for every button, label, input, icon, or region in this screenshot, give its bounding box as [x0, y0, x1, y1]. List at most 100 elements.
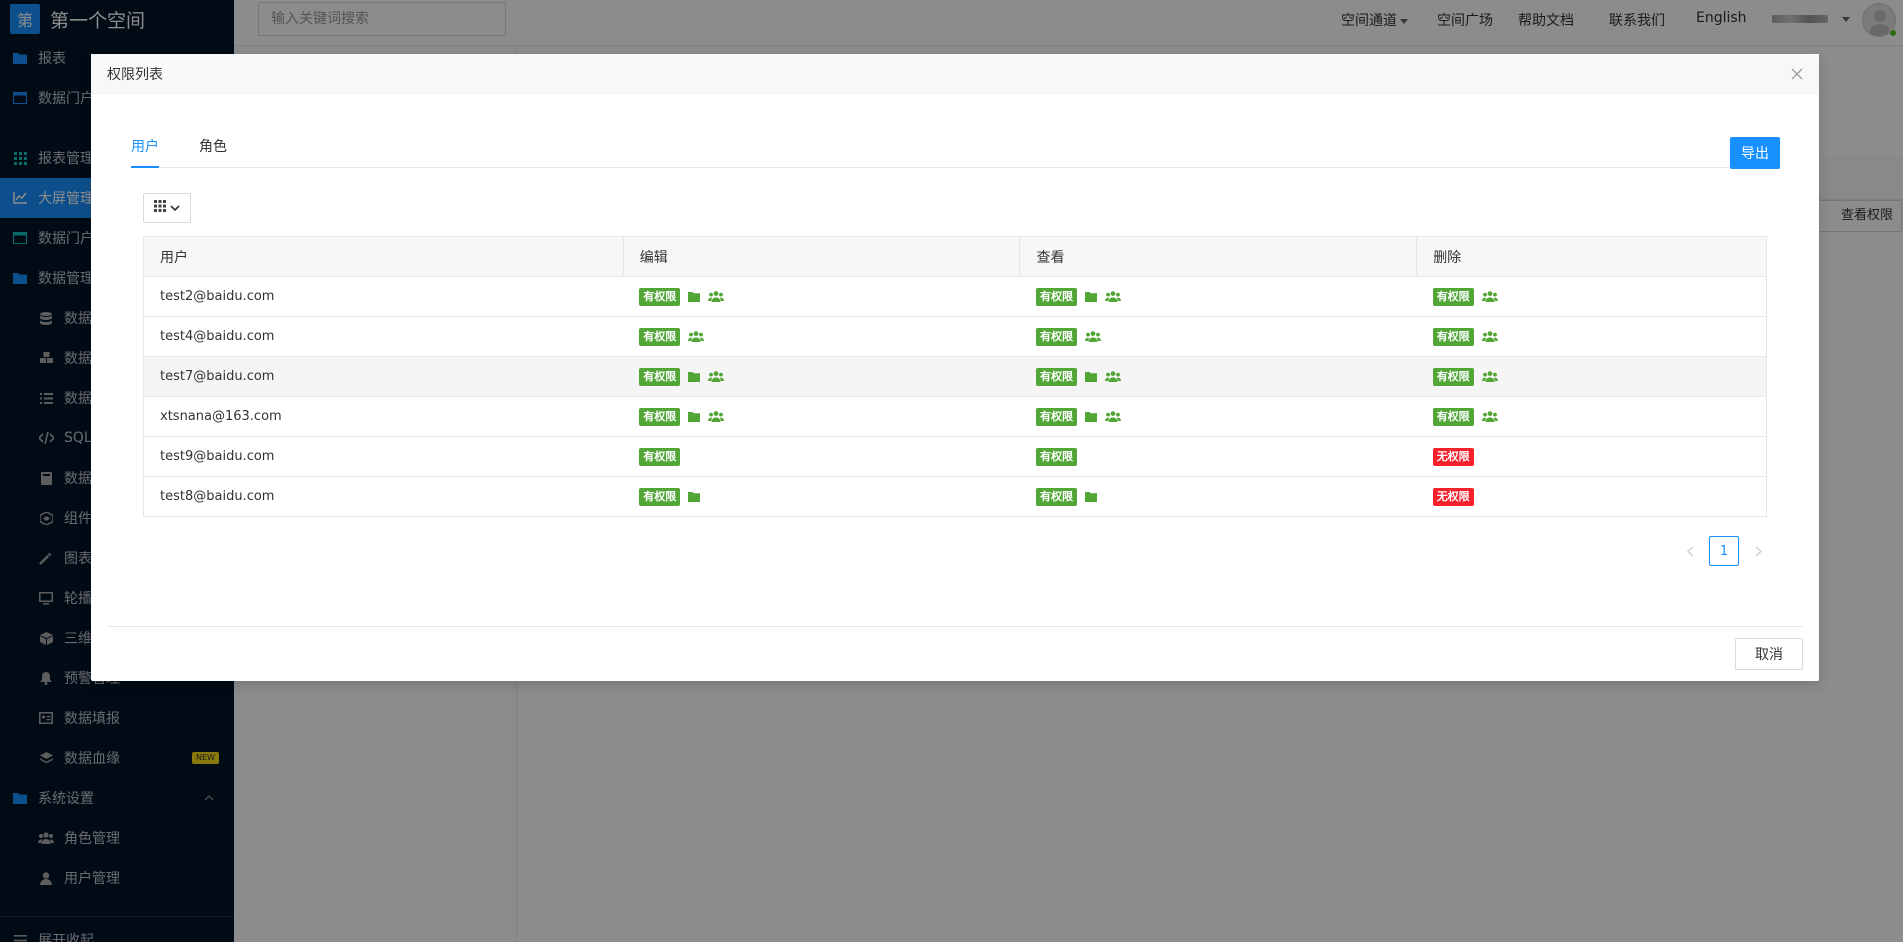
permission-group: 有权限 — [1035, 487, 1417, 506]
granted-tag: 有权限 — [1035, 327, 1077, 346]
permission-group: 无权限 — [1432, 487, 1766, 506]
view-permission-cell: 有权限 — [1019, 276, 1417, 317]
permission-group: 有权限 — [1432, 327, 1766, 346]
column-toggle[interactable] — [143, 193, 191, 223]
view-permission-cell: 有权限 — [1019, 396, 1417, 437]
edit-permission-cell: 有权限 — [623, 477, 1020, 517]
edit-permission-cell: 有权限 — [623, 396, 1020, 437]
close-icon[interactable] — [1787, 64, 1807, 84]
granted-tag: 有权限 — [1035, 487, 1077, 506]
view-permission-cell: 有权限 — [1020, 477, 1417, 517]
users-icon — [1084, 331, 1101, 342]
permission-group: 有权限 — [1035, 447, 1417, 466]
column-header-view: 查看 — [1019, 236, 1418, 277]
column-header-user: 用户 — [143, 236, 624, 277]
tab-users[interactable]: 用户 — [131, 136, 159, 168]
table-row: test4@baidu.com 有权限 有权限 有权限 — [143, 316, 1767, 357]
permission-group: 有权限 — [1035, 327, 1417, 346]
user-email-cell: test7@baidu.com — [143, 356, 624, 397]
granted-tag: 有权限 — [1035, 287, 1077, 306]
next-page-button[interactable] — [1751, 544, 1765, 558]
users-icon — [1481, 291, 1498, 302]
page-1-button[interactable]: 1 — [1709, 536, 1739, 566]
permission-group: 有权限 — [639, 367, 1020, 386]
granted-tag: 有权限 — [639, 367, 681, 386]
permission-group: 有权限 — [1035, 367, 1417, 386]
view-permission-cell: 有权限 — [1019, 356, 1417, 397]
permission-group: 有权限 — [1035, 407, 1417, 426]
folder-icon — [1084, 371, 1097, 382]
edit-permission-cell: 有权限 — [623, 276, 1020, 317]
permission-group: 有权限 — [1432, 287, 1766, 306]
table-row: xtsnana@163.com 有权限 有权限 有权限 — [143, 396, 1767, 437]
users-icon — [688, 331, 705, 342]
users-icon — [1104, 371, 1121, 382]
users-icon — [1104, 411, 1121, 422]
cancel-button[interactable]: 取消 — [1735, 638, 1803, 670]
prev-page-button[interactable] — [1683, 544, 1697, 558]
users-icon — [1481, 411, 1498, 422]
permission-group: 有权限 — [1432, 367, 1766, 386]
delete-permission-cell: 有权限 — [1416, 316, 1767, 357]
edit-permission-cell: 有权限 — [623, 436, 1020, 477]
edit-permission-cell: 有权限 — [623, 356, 1020, 397]
modal-header: 权限列表 — [91, 54, 1819, 94]
permission-table: 用户 编辑 查看 删除 test2@baidu.com 有权限 有权限 有权限 test… — [143, 236, 1767, 517]
granted-tag: 有权限 — [1432, 287, 1474, 306]
user-email-cell: test9@baidu.com — [143, 436, 624, 477]
view-permission-cell: 有权限 — [1019, 436, 1417, 477]
footer-divider — [107, 626, 1803, 627]
export-button[interactable]: 导出 — [1730, 137, 1780, 169]
folder-icon — [688, 371, 701, 382]
granted-tag: 有权限 — [1432, 407, 1474, 426]
granted-tag: 有权限 — [1035, 447, 1077, 466]
table-row: test9@baidu.com 有权限 有权限 无权限 — [143, 436, 1767, 477]
granted-tag: 有权限 — [639, 327, 681, 346]
granted-tag: 有权限 — [1035, 367, 1077, 386]
denied-tag: 无权限 — [1432, 447, 1474, 466]
permission-group: 无权限 — [1432, 447, 1766, 466]
folder-icon — [1084, 411, 1097, 422]
granted-tag: 有权限 — [1035, 407, 1077, 426]
user-email-cell: test8@baidu.com — [160, 489, 275, 504]
tab-roles[interactable]: 角色 — [199, 136, 227, 166]
folder-icon — [688, 291, 701, 302]
users-icon — [1481, 371, 1498, 382]
table-header-row: 用户 编辑 查看 删除 — [143, 236, 1767, 277]
user-email-cell: xtsnana@163.com — [143, 396, 624, 437]
permission-tabs: 用户 角色 — [131, 124, 1779, 168]
column-header-delete: 删除 — [1416, 236, 1767, 277]
delete-permission-cell: 无权限 — [1417, 477, 1767, 517]
granted-tag: 有权限 — [639, 287, 681, 306]
granted-tag: 有权限 — [639, 447, 681, 466]
table-row: test8@baidu.com 有权限 有权限 无权限 — [144, 477, 1767, 517]
view-permission-cell: 有权限 — [1019, 316, 1417, 357]
grid-icon — [154, 200, 166, 216]
user-email-cell: test2@baidu.com — [143, 276, 624, 317]
permission-group: 有权限 — [1035, 287, 1417, 306]
permission-group: 有权限 — [1432, 407, 1766, 426]
table-row: test7@baidu.com 有权限 有权限 有权限 — [143, 356, 1767, 397]
table-body: test2@baidu.com 有权限 有权限 有权限 test4@baidu.com 有… — [143, 276, 1767, 517]
permission-modal: 权限列表 用户 角色 导出 用户 编辑 查看 删除 test2@baidu.co… — [91, 54, 1819, 681]
granted-tag: 有权限 — [639, 407, 681, 426]
denied-tag: 无权限 — [1432, 487, 1474, 506]
granted-tag: 有权限 — [639, 487, 681, 506]
folder-icon — [688, 411, 701, 422]
pagination: 1 — [1683, 536, 1765, 566]
delete-permission-cell: 有权限 — [1416, 396, 1767, 437]
delete-permission-cell: 无权限 — [1416, 436, 1767, 477]
permission-group: 有权限 — [639, 327, 1020, 346]
users-icon — [708, 371, 725, 382]
users-icon — [708, 411, 725, 422]
permission-group: 有权限 — [639, 487, 1020, 506]
column-header-edit: 编辑 — [623, 236, 1021, 277]
users-icon — [1104, 291, 1121, 302]
delete-permission-cell: 有权限 — [1416, 356, 1767, 397]
chevron-down-icon — [170, 200, 180, 216]
folder-icon — [688, 491, 701, 502]
folder-icon — [1084, 291, 1097, 302]
permission-group: 有权限 — [639, 287, 1020, 306]
granted-tag: 有权限 — [1432, 327, 1474, 346]
modal-title: 权限列表 — [107, 66, 163, 83]
